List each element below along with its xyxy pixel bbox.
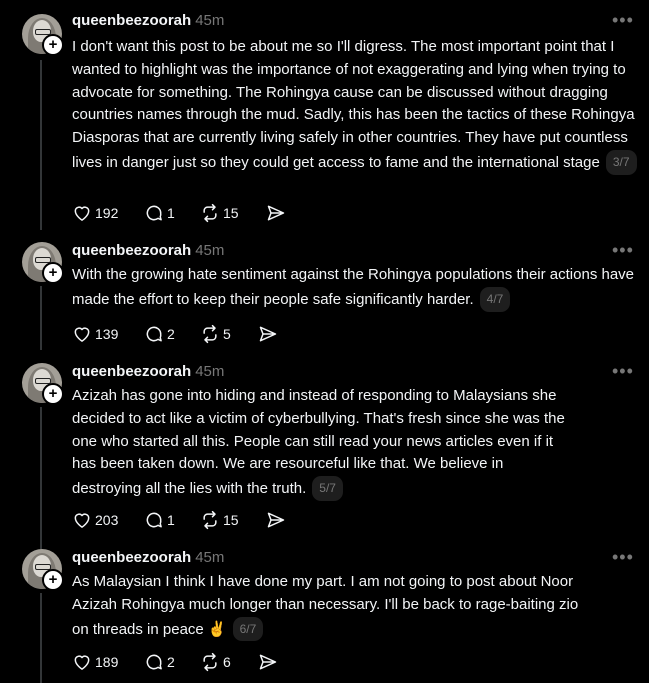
post-body: With the growing hate sentiment against …: [72, 266, 635, 308]
reply-count: 2: [167, 326, 175, 342]
plus-icon[interactable]: +: [42, 569, 64, 591]
like-count: 139: [95, 326, 119, 342]
username[interactable]: queenbeezoorah 45m: [72, 242, 224, 259]
plus-icon[interactable]: +: [42, 34, 64, 56]
page-indicator: 6/7: [232, 616, 264, 642]
share-button[interactable]: [266, 508, 286, 532]
username[interactable]: queenbeezoorah 45m: [72, 549, 224, 566]
like-button[interactable]: 192: [72, 201, 118, 225]
repost-count: 5: [223, 326, 231, 342]
reply-count: 2: [167, 654, 175, 670]
repost-button[interactable]: 6: [200, 650, 231, 674]
repost-icon: [203, 510, 217, 530]
reply-count: 1: [167, 512, 175, 528]
repost-button[interactable]: 15: [200, 201, 239, 225]
heart-icon: [74, 327, 90, 342]
reply-button[interactable]: 2: [144, 322, 175, 346]
post-time: 45m: [195, 242, 225, 259]
like-count: 189: [95, 654, 119, 670]
username-link[interactable]: queenbeezoorah: [72, 549, 191, 566]
reply-button[interactable]: 2: [144, 650, 175, 674]
post-text: With the growing hate sentiment against …: [72, 264, 637, 312]
comment-icon: [146, 205, 162, 221]
post-text: As Malaysian I think I have done my part…: [72, 571, 592, 642]
post-text: I don't want this post to be about me so…: [72, 36, 637, 175]
reply-button[interactable]: 1: [144, 508, 175, 532]
page-indicator: 3/7: [605, 149, 637, 175]
thread-line: [40, 286, 42, 350]
repost-icon: [203, 203, 217, 223]
heart-icon: [74, 206, 90, 221]
username-link[interactable]: queenbeezoorah: [72, 242, 191, 259]
send-icon: [267, 205, 285, 221]
send-icon: [259, 326, 277, 342]
post-body: I don't want this post to be about me so…: [72, 38, 635, 171]
repost-icon: [203, 324, 217, 344]
username-link[interactable]: queenbeezoorah: [72, 363, 191, 380]
repost-count: 6: [223, 654, 231, 670]
post-time: 45m: [195, 12, 225, 29]
comment-icon: [146, 512, 162, 528]
repost-button[interactable]: 15: [200, 508, 239, 532]
repost-count: 15: [223, 205, 239, 221]
share-button[interactable]: [258, 322, 278, 346]
plus-icon[interactable]: +: [42, 262, 64, 284]
send-icon: [259, 654, 277, 670]
thread-line: [40, 60, 42, 230]
more-icon[interactable]: •••: [612, 10, 634, 31]
reply-button[interactable]: 1: [144, 201, 175, 225]
reply-count: 1: [167, 205, 175, 221]
share-button[interactable]: [266, 201, 286, 225]
username[interactable]: queenbeezoorah 45m: [72, 363, 224, 380]
more-icon[interactable]: •••: [612, 361, 634, 382]
heart-icon: [74, 513, 90, 528]
comment-icon: [146, 326, 162, 342]
username-link[interactable]: queenbeezoorah: [72, 12, 191, 29]
username[interactable]: queenbeezoorah 45m: [72, 12, 224, 29]
more-icon[interactable]: •••: [612, 547, 634, 568]
like-count: 192: [95, 205, 119, 221]
heart-icon: [74, 655, 90, 670]
comment-icon: [146, 654, 162, 670]
like-button[interactable]: 203: [72, 508, 118, 532]
repost-count: 15: [223, 512, 239, 528]
page-indicator: 5/7: [312, 476, 343, 501]
post-text: Azizah has gone into hiding and instead …: [72, 385, 572, 501]
post-time: 45m: [195, 549, 225, 566]
like-button[interactable]: 189: [72, 650, 118, 674]
page-indicator: 4/7: [479, 286, 511, 312]
share-button[interactable]: [258, 650, 278, 674]
post-body: As Malaysian I think I have done my part…: [72, 573, 579, 638]
repost-icon: [203, 652, 217, 672]
thread-line: [40, 593, 42, 683]
repost-button[interactable]: 5: [200, 322, 231, 346]
like-button[interactable]: 139: [72, 322, 118, 346]
send-icon: [267, 512, 285, 528]
like-count: 203: [95, 512, 119, 528]
plus-icon[interactable]: +: [42, 383, 64, 405]
post-time: 45m: [195, 363, 225, 380]
more-icon[interactable]: •••: [612, 240, 634, 261]
